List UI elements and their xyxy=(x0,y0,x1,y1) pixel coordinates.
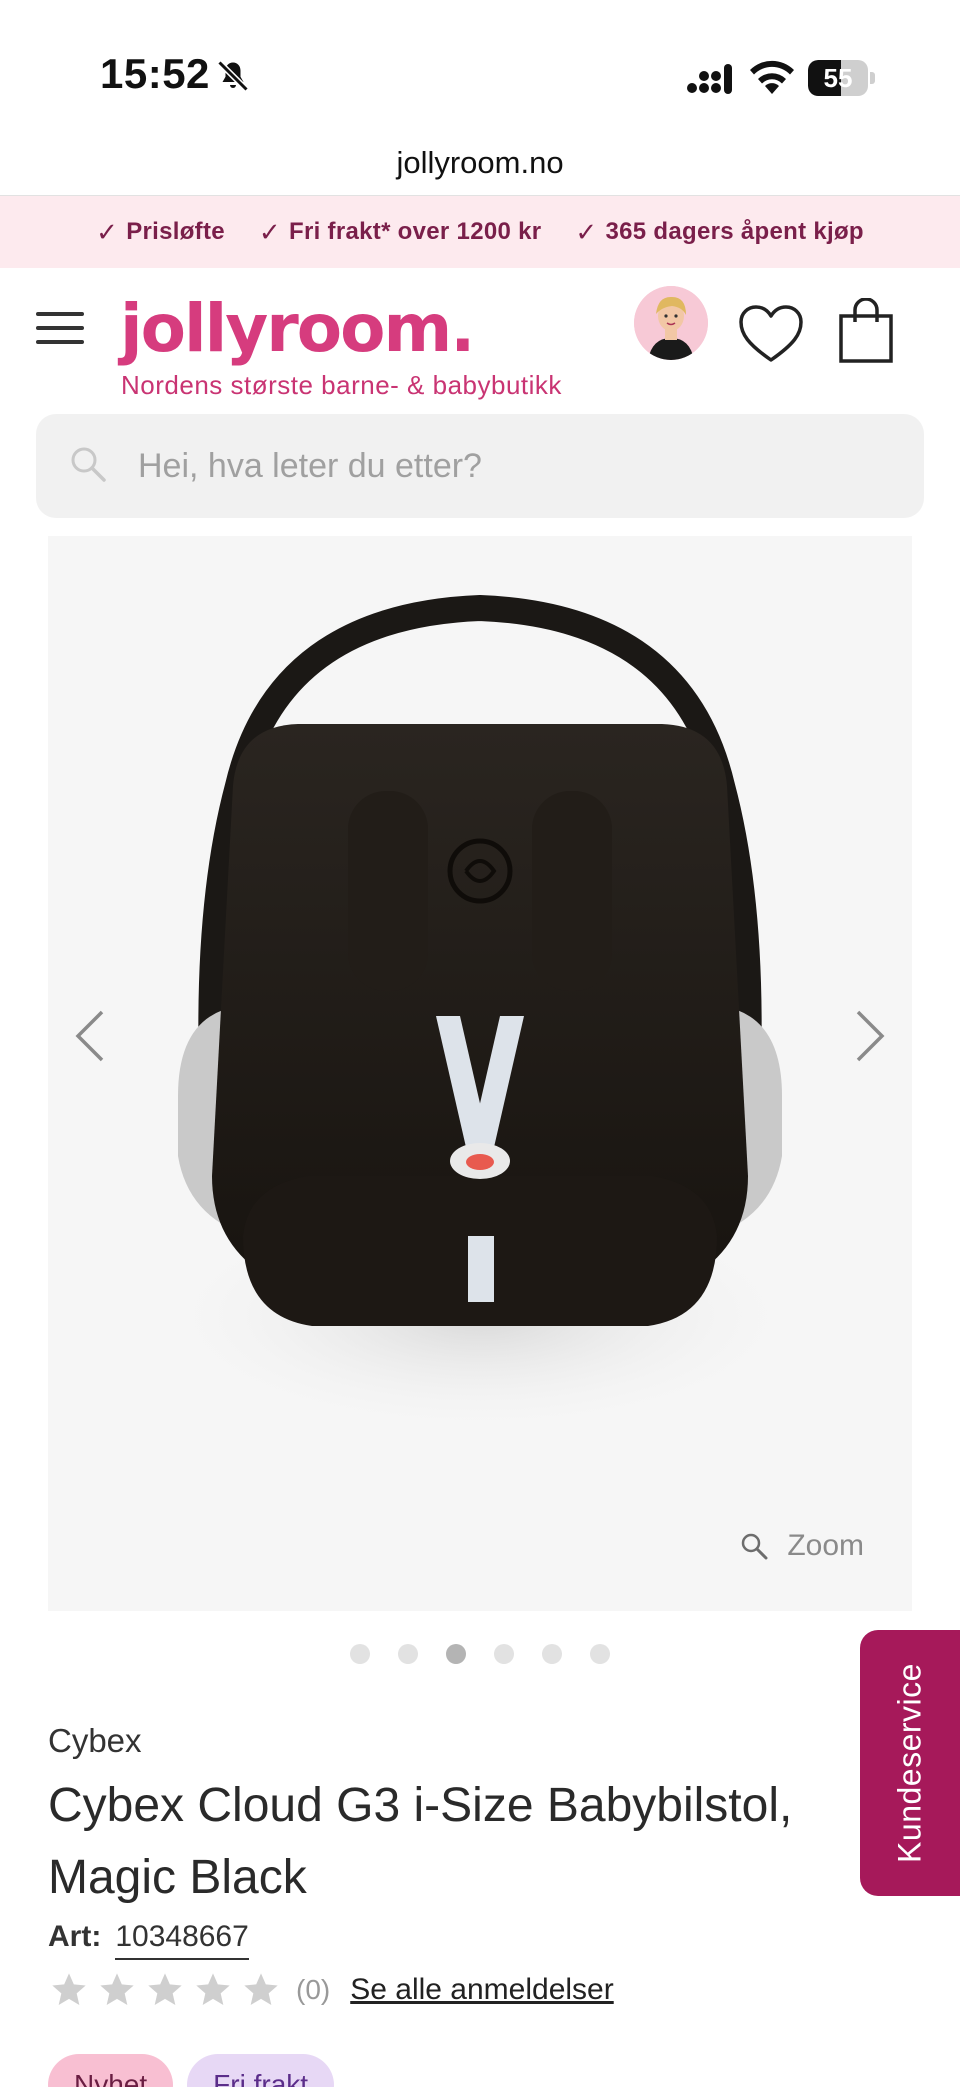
customer-service-label: Kundeservice xyxy=(891,1663,928,1863)
badge-new: Nyhet xyxy=(48,2054,174,2087)
star-icon xyxy=(100,1973,134,2005)
wifi-icon xyxy=(750,60,794,94)
pagination-dot[interactable] xyxy=(350,1644,370,1664)
check-icon: ✓ xyxy=(258,216,282,247)
cellular-signal-icon xyxy=(687,64,732,94)
pagination-dot[interactable] xyxy=(542,1644,562,1664)
product-image-gallery[interactable]: Zoom xyxy=(48,536,912,1611)
star-icon xyxy=(244,1973,278,2005)
battery-percent: 55 xyxy=(823,63,853,93)
pagination-dot[interactable] xyxy=(398,1644,418,1664)
avatar[interactable] xyxy=(634,286,708,360)
status-time: 15:52 xyxy=(100,50,210,97)
zoom-button[interactable]: Zoom xyxy=(739,1529,864,1563)
usp-item: ✓ 365 dagers åpent kjøp xyxy=(575,217,864,248)
star-icon xyxy=(196,1973,230,2005)
magnifier-icon xyxy=(742,1533,768,1560)
battery-icon: 55 xyxy=(808,60,876,96)
check-icon: ✓ xyxy=(575,216,598,247)
usp-label: Fri frakt* over 1200 kr xyxy=(289,218,542,245)
rating-row: (0) Se alle anmeldelser xyxy=(48,1970,614,2010)
usp-item: ✓ Prisløfte xyxy=(96,217,225,248)
chevron-right-icon[interactable] xyxy=(850,1006,890,1066)
usp-label: 365 dagers åpent kjøp xyxy=(605,218,864,245)
product-badges: Nyhet Fri frakt xyxy=(48,2054,335,2087)
site-tagline: Nordens største barne- & babybutikk xyxy=(121,370,562,400)
chevron-left-icon[interactable] xyxy=(70,1006,110,1066)
customer-service-tab[interactable]: Kundeservice xyxy=(860,1630,960,1896)
site-logo[interactable]: jollyroom. xyxy=(120,290,475,367)
usp-bar: ✓ Prisløfte ✓ Fri frakt* over 1200 kr ✓ … xyxy=(0,196,960,268)
hamburger-menu-icon[interactable] xyxy=(36,312,84,348)
heart-icon[interactable] xyxy=(738,304,804,364)
badge-free-shipping: Fri frakt xyxy=(187,2054,335,2087)
product-image xyxy=(150,594,810,1436)
pagination-dot[interactable] xyxy=(590,1644,610,1664)
user-avatar-icon xyxy=(634,286,708,360)
zoom-label: Zoom xyxy=(787,1529,864,1562)
site-header: jollyroom. Nordens største barne- & baby… xyxy=(0,268,960,412)
star-icon xyxy=(52,1973,86,2005)
product-brand[interactable]: Cybex xyxy=(48,1722,142,1760)
see-all-reviews-link[interactable]: Se alle anmeldelser xyxy=(350,1973,613,2007)
pagination-dot[interactable] xyxy=(494,1644,514,1664)
bell-muted-icon xyxy=(217,60,249,92)
star-rating xyxy=(48,1970,282,2010)
status-bar: 15:52 55 xyxy=(0,0,960,130)
article-number: Art: 10348667 xyxy=(48,1920,249,1960)
address-bar[interactable]: jollyroom.no xyxy=(0,130,960,196)
search-bar xyxy=(36,414,924,518)
usp-label: Prisløfte xyxy=(126,218,225,245)
rating-count: (0) xyxy=(296,1974,331,2005)
check-icon: ✓ xyxy=(96,216,119,247)
article-label: Art: xyxy=(48,1920,102,1953)
shopping-bag-icon[interactable] xyxy=(838,298,894,364)
product-title: Cybex Cloud G3 i-Size Babybilstol, Magic… xyxy=(48,1779,793,1904)
article-value[interactable]: 10348667 xyxy=(115,1920,249,1960)
search-input[interactable] xyxy=(138,414,898,518)
gallery-pagination xyxy=(0,1644,960,1664)
star-icon xyxy=(148,1973,182,2005)
pagination-dot[interactable] xyxy=(446,1644,466,1664)
search-icon xyxy=(71,447,106,482)
usp-item: ✓ Fri frakt* over 1200 kr xyxy=(259,217,541,248)
